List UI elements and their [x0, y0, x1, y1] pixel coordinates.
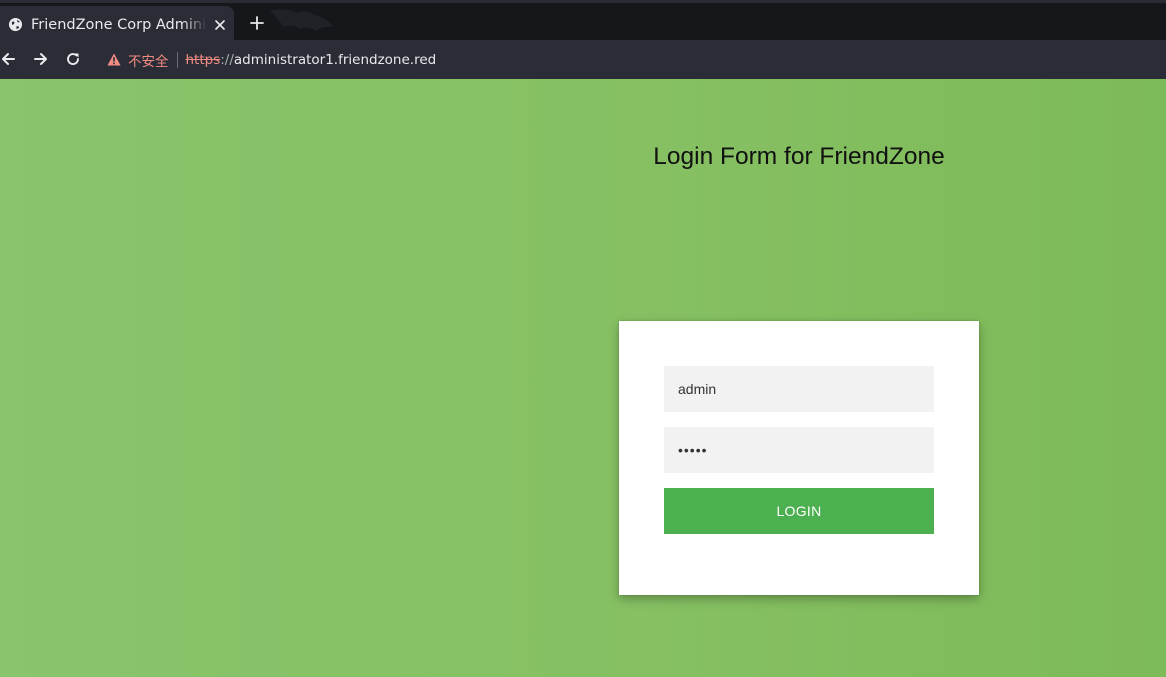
- url-separator: ://: [220, 51, 234, 68]
- password-input[interactable]: [664, 427, 934, 473]
- forward-button[interactable]: [30, 48, 52, 70]
- tab-title: FriendZone Corp Administrator: [31, 16, 207, 33]
- omnibox-divider: [176, 51, 178, 68]
- browser-toolbar: 不安全 https :// administrator1.friendzone.…: [0, 40, 1166, 79]
- dragon-wallpaper-icon: [270, 9, 334, 31]
- security-label: 不安全: [128, 53, 169, 70]
- url-host: administrator1.friendzone.red: [233, 51, 437, 68]
- page-title: Login Form for FriendZone: [653, 143, 945, 170]
- tab-strip: FriendZone Corp Administrator: [0, 0, 1166, 43]
- login-form: LOGIN: [619, 321, 979, 595]
- close-icon[interactable]: [212, 17, 228, 33]
- arrow-left-icon: [2, 53, 15, 65]
- warning-triangle-icon: [107, 53, 121, 66]
- globe-icon: [8, 17, 23, 32]
- page-viewport: Login Form for FriendZone LOGIN: [0, 79, 1166, 677]
- back-button[interactable]: [0, 48, 19, 70]
- address-bar[interactable]: 不安全 https :// administrator1.friendzone.…: [96, 44, 1166, 75]
- reload-icon: [67, 53, 79, 65]
- reload-button[interactable]: [62, 48, 84, 70]
- arrow-right-icon: [34, 53, 47, 65]
- url-scheme: https: [185, 51, 221, 68]
- security-indicator[interactable]: 不安全: [107, 50, 169, 70]
- login-button[interactable]: LOGIN: [664, 488, 934, 534]
- tab-active[interactable]: FriendZone Corp Administrator: [0, 6, 234, 43]
- username-input[interactable]: [664, 366, 934, 412]
